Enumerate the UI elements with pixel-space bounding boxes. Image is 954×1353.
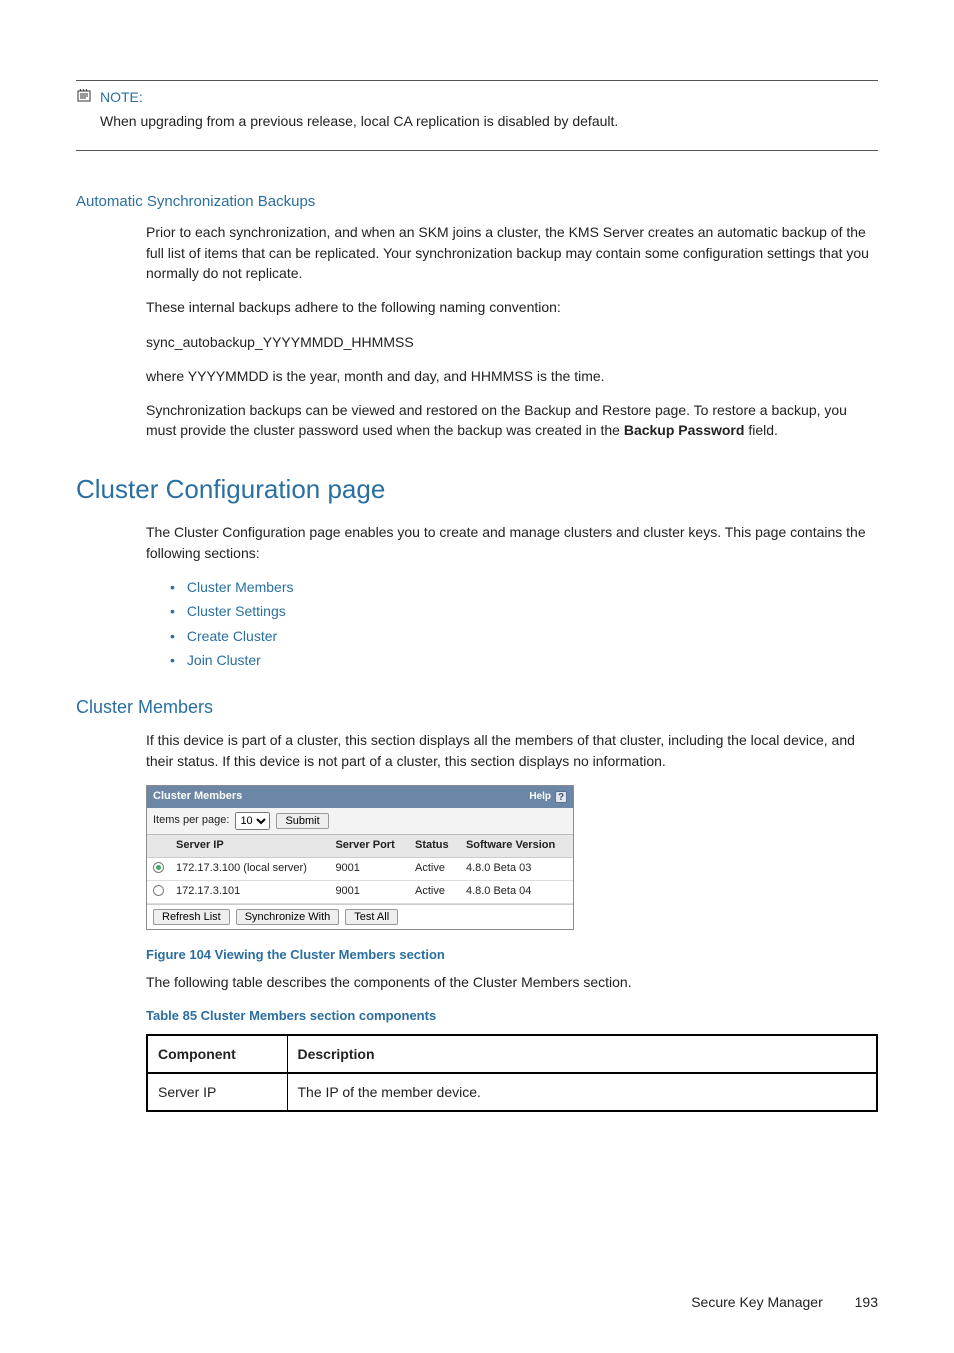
cell-status: Active — [409, 857, 460, 880]
para-autosync-4: where YYYYMMDD is the year, month and da… — [146, 366, 878, 386]
components-cell-component: Server IP — [147, 1073, 287, 1111]
cell-port: 9001 — [329, 857, 409, 880]
cell-ip: 172.17.3.101 — [170, 880, 329, 903]
members-table: Server IP Server Port Status Software Ve… — [147, 835, 573, 904]
note-body: When upgrading from a previous release, … — [76, 111, 878, 131]
panel-footer: Refresh List Synchronize With Test All — [147, 904, 573, 929]
note-icon — [76, 87, 92, 107]
footer-page-number: 193 — [855, 1294, 878, 1310]
items-per-page-select[interactable]: 10 — [235, 812, 270, 830]
help-icon: ? — [555, 791, 567, 803]
para-cluster-intro: The Cluster Configuration page enables y… — [146, 522, 878, 563]
components-head-description: Description — [287, 1035, 877, 1073]
note-box: NOTE: When upgrading from a previous rel… — [76, 80, 878, 151]
figure-caption: Figure 104 Viewing the Cluster Members s… — [146, 946, 878, 965]
cell-ver: 4.8.0 Beta 04 — [460, 880, 573, 903]
components-head-component: Component — [147, 1035, 287, 1073]
footer-title: Secure Key Manager — [691, 1294, 823, 1310]
cell-ip: 172.17.3.100 (local server) — [170, 857, 329, 880]
note-label: NOTE: — [100, 87, 143, 107]
link-create-cluster[interactable]: Create Cluster — [187, 628, 277, 644]
cell-status: Active — [409, 880, 460, 903]
page-footer: Secure Key Manager 193 — [0, 1292, 954, 1352]
col-server-port[interactable]: Server Port — [329, 835, 409, 857]
para-autosync-3: sync_autobackup_YYYYMMDD_HHMMSS — [146, 332, 878, 352]
test-all-button[interactable]: Test All — [345, 909, 398, 925]
components-table: Component Description Server IP The IP o… — [146, 1034, 878, 1113]
col-server-ip[interactable]: Server IP — [170, 835, 329, 857]
table-caption: Table 85 Cluster Members section compone… — [146, 1007, 878, 1026]
para-after-figure: The following table describes the compon… — [146, 972, 878, 992]
table-row[interactable]: 172.17.3.101 9001 Active 4.8.0 Beta 04 — [147, 880, 573, 903]
link-cluster-members[interactable]: Cluster Members — [187, 579, 294, 595]
refresh-list-button[interactable]: Refresh List — [153, 909, 230, 925]
row-radio[interactable] — [153, 862, 164, 873]
para-autosync-5: Synchronization backups can be viewed an… — [146, 400, 878, 441]
para-autosync-2: These internal backups adhere to the fol… — [146, 297, 878, 317]
heading-cluster-members: Cluster Members — [76, 694, 878, 720]
table-row[interactable]: 172.17.3.100 (local server) 9001 Active … — [147, 857, 573, 880]
cluster-links-list: Cluster Members Cluster Settings Create … — [146, 577, 878, 670]
panel-help[interactable]: Help ? — [529, 790, 567, 805]
col-status[interactable]: Status — [409, 835, 460, 857]
panel-help-label: Help — [529, 790, 551, 805]
para5-c: field. — [744, 422, 777, 438]
panel-titlebar: Cluster Members Help ? — [147, 786, 573, 808]
heading-cluster-config: Cluster Configuration page — [76, 471, 878, 509]
link-join-cluster[interactable]: Join Cluster — [187, 652, 261, 668]
submit-button[interactable]: Submit — [276, 813, 328, 829]
para-autosync-1: Prior to each synchronization, and when … — [146, 222, 878, 283]
row-radio[interactable] — [153, 885, 164, 896]
col-radio — [147, 835, 170, 857]
cell-port: 9001 — [329, 880, 409, 903]
para-members-intro: If this device is part of a cluster, thi… — [146, 730, 878, 771]
panel-title-text: Cluster Members — [153, 789, 242, 805]
cluster-members-panel: Cluster Members Help ? Items per page: 1… — [146, 785, 574, 930]
components-cell-description: The IP of the member device. — [287, 1073, 877, 1111]
heading-autosync: Automatic Synchronization Backups — [76, 191, 878, 213]
para5-b: Backup Password — [624, 422, 745, 438]
cell-ver: 4.8.0 Beta 03 — [460, 857, 573, 880]
col-software-version[interactable]: Software Version — [460, 835, 573, 857]
items-per-page-label: Items per page: — [153, 813, 229, 829]
link-cluster-settings[interactable]: Cluster Settings — [187, 603, 286, 619]
components-row: Server IP The IP of the member device. — [147, 1073, 877, 1111]
panel-toolbar: Items per page: 10 Submit — [147, 808, 573, 835]
synchronize-with-button[interactable]: Synchronize With — [236, 909, 340, 925]
